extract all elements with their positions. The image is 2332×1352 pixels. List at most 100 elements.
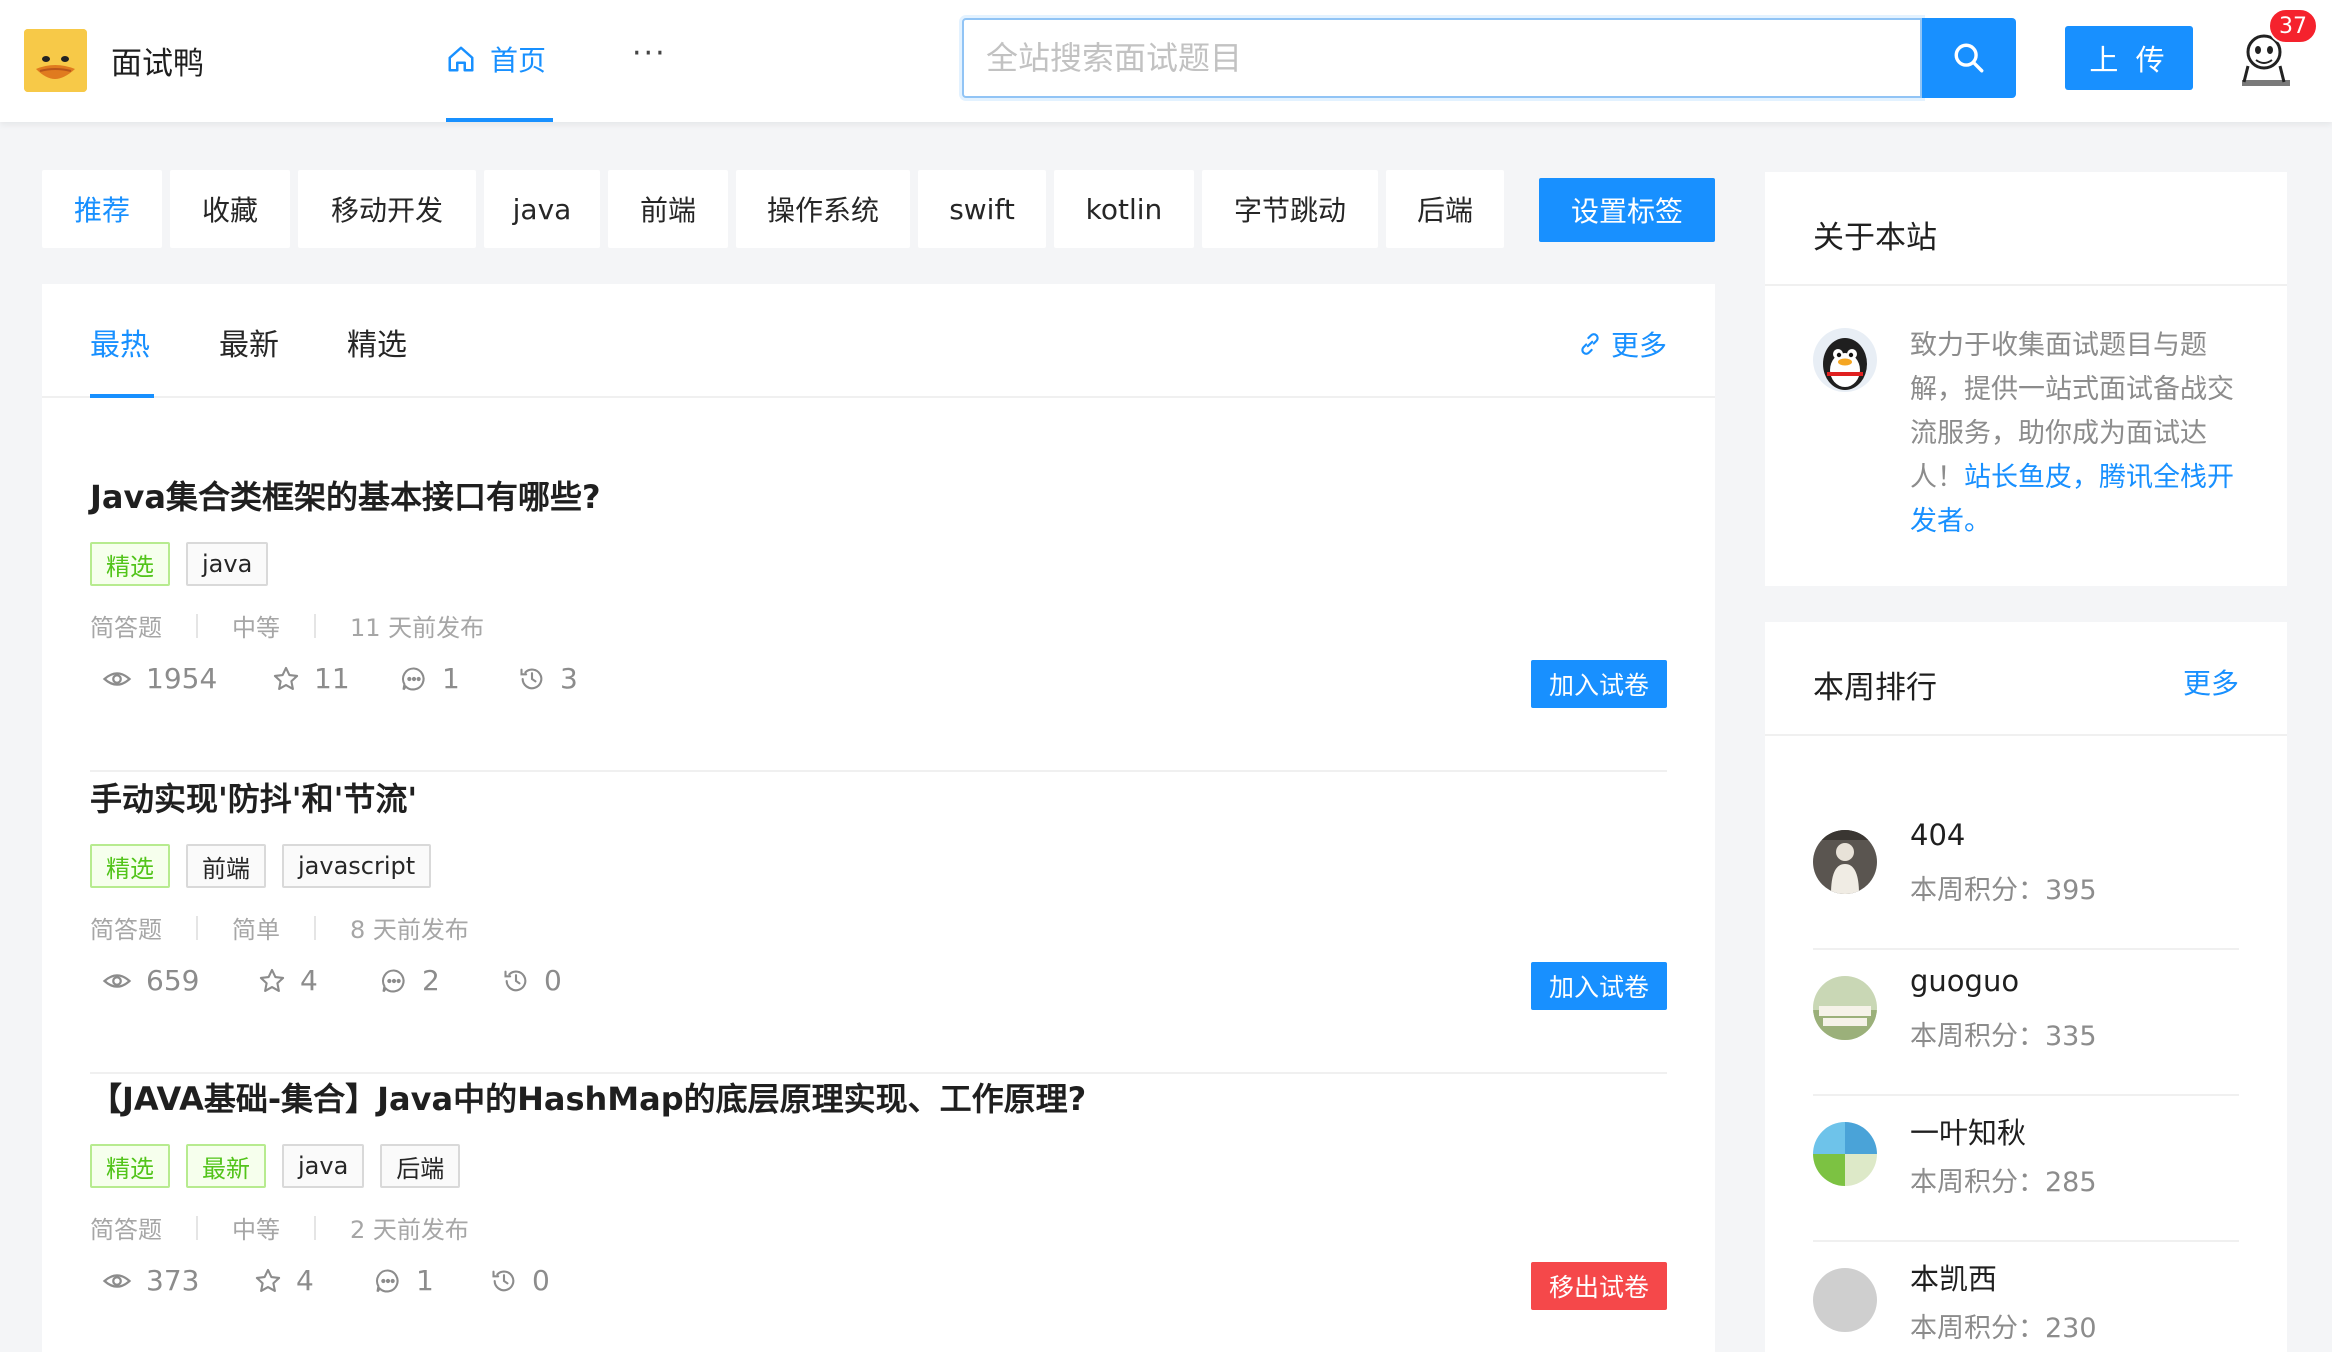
avatar[interactable] [1813, 1268, 1877, 1332]
star-icon [255, 1268, 281, 1292]
comments-stat[interactable]: 1 [400, 662, 518, 695]
sort-tab-latest[interactable]: 最新 [219, 320, 279, 398]
tag-tab-os[interactable]: 操作系统 [736, 170, 910, 248]
more-link-label: 更多 [1610, 329, 1667, 362]
question-title[interactable]: 【JAVA基础-集合】Java中的HashMap的底层原理实现、工作原理? [90, 1074, 1086, 1120]
ranking-more-link[interactable]: 更多 [2183, 662, 2239, 702]
tag-tab-backend[interactable]: 后端 [1386, 170, 1504, 248]
sort-tab-hot[interactable]: 最热 [90, 320, 154, 398]
question-tag[interactable]: javascript [282, 844, 432, 888]
sort-tabs: 最热 最新 精选 更多 [42, 284, 1715, 398]
meta-divider [196, 915, 198, 940]
views-stat: 1954 [102, 662, 272, 695]
tag-tab-frontend[interactable]: 前端 [608, 170, 728, 248]
question-item: Java集合类框架的基本接口有哪些? 精选 java 简答题 中等 11 天前发… [90, 472, 1667, 772]
nav-more-menu[interactable]: ··· [632, 36, 667, 71]
history-count: 3 [560, 662, 578, 695]
site-name[interactable]: 面试鸭 [111, 38, 204, 83]
question-item: 手动实现'防抖'和'节流' 精选 前端 javascript 简答题 简单 8 … [90, 774, 1667, 1074]
history-stat: 3 [518, 662, 578, 695]
ranking-user-score: 本周积分：230 [1910, 1313, 2097, 1344]
remove-from-paper-button[interactable]: 移出试卷 [1531, 1262, 1667, 1310]
search-button[interactable] [1922, 18, 2016, 98]
eye-icon [102, 973, 132, 988]
question-type: 简答题 [90, 916, 162, 944]
avatar[interactable] [1813, 1122, 1877, 1186]
meta-divider [314, 915, 316, 940]
ranking-user-name[interactable]: 404 [1910, 818, 1965, 852]
tag-tab-recommend[interactable]: 推荐 [42, 170, 162, 248]
ranking-card-header: 本周排行 更多 [1765, 622, 2287, 736]
question-list-card: 最热 最新 精选 更多 Java集合类框架的基本接口有哪些? 精选 java 简… [42, 284, 1715, 1352]
ranking-item[interactable]: 本凯西 本周积分：230 [1813, 1242, 2239, 1352]
nav-home-tab[interactable]: 首页 [446, 0, 553, 122]
question-tag[interactable]: java [186, 542, 269, 586]
question-tag[interactable]: 后端 [380, 1144, 461, 1188]
question-difficulty: 中等 [232, 614, 280, 642]
question-tag[interactable]: 最新 [186, 1144, 266, 1188]
weekly-ranking-card: 本周排行 更多 404 本周积分：395 guoguo 本周积分：335 一叶知… [1765, 622, 2287, 1352]
avatar[interactable] [1813, 976, 1877, 1040]
ranking-item[interactable]: guoguo 本周积分：335 [1813, 950, 2239, 1096]
ranking-user-name[interactable]: guoguo [1910, 964, 2019, 998]
views-count: 659 [146, 964, 200, 997]
duck-logo-icon[interactable] [24, 29, 87, 92]
ranking-user-name[interactable]: 本凯西 [1910, 1256, 1997, 1298]
stars-stat[interactable]: 11 [272, 662, 400, 695]
clock-icon [520, 668, 543, 689]
tag-tab-bytedance[interactable]: 字节跳动 [1202, 170, 1378, 248]
stars-stat[interactable]: 4 [258, 964, 380, 997]
question-tag[interactable]: 精选 [90, 1144, 170, 1188]
question-type: 简答题 [90, 614, 162, 642]
question-item: 【JAVA基础-集合】Java中的HashMap的底层原理实现、工作原理? 精选… [90, 1074, 1667, 1352]
link-icon [1581, 333, 1599, 355]
comment-icon [375, 1268, 399, 1292]
sort-tab-featured[interactable]: 精选 [347, 320, 407, 398]
ranking-user-score: 本周积分：395 [1910, 875, 2097, 906]
notification-badge[interactable]: 37 [2268, 8, 2318, 44]
question-meta: 简答题 简单 8 天前发布 [90, 910, 469, 945]
star-icon [259, 968, 285, 992]
question-difficulty: 简单 [232, 916, 280, 944]
question-tag[interactable]: java [282, 1144, 365, 1188]
meta-divider [314, 1215, 316, 1240]
meta-divider [314, 613, 316, 638]
search-input[interactable] [962, 18, 1922, 98]
comment-icon [401, 666, 425, 690]
comments-count: 2 [422, 964, 440, 997]
history-count: 0 [544, 964, 562, 997]
question-tags: 精选 前端 javascript [90, 844, 432, 888]
tag-tab-kotlin[interactable]: kotlin [1054, 170, 1194, 248]
star-icon [273, 666, 299, 690]
question-tag[interactable]: 前端 [186, 844, 266, 888]
ranking-item[interactable]: 一叶知秋 本周积分：285 [1813, 1096, 2239, 1242]
set-tags-button[interactable]: 设置标签 [1539, 178, 1715, 242]
more-link[interactable]: 更多 [1577, 324, 1667, 364]
question-title[interactable]: 手动实现'防抖'和'节流' [90, 774, 417, 820]
ranking-user-score: 本周积分：335 [1910, 1021, 2097, 1052]
tag-tab-swift[interactable]: swift [918, 170, 1046, 248]
ranking-user-name[interactable]: 一叶知秋 [1910, 1110, 2026, 1152]
add-to-paper-button[interactable]: 加入试卷 [1531, 962, 1667, 1010]
comments-stat[interactable]: 1 [374, 1264, 490, 1297]
about-card-header: 关于本站 [1765, 172, 2287, 286]
penguin-avatar[interactable] [1813, 328, 1877, 392]
tag-tab-mobile-dev[interactable]: 移动开发 [298, 170, 476, 248]
avatar[interactable] [1813, 830, 1877, 894]
question-tags: 精选 java [90, 542, 269, 586]
meta-divider [196, 1215, 198, 1240]
comments-stat[interactable]: 2 [380, 964, 502, 997]
ranking-title: 本周排行 [1813, 670, 1937, 706]
ranking-item[interactable]: 404 本周积分：395 [1813, 804, 2239, 950]
views-count: 373 [146, 1264, 200, 1297]
top-header: 面试鸭 首页 ··· 上 传 37 [0, 0, 2332, 122]
question-tag[interactable]: 精选 [90, 542, 170, 586]
question-title[interactable]: Java集合类框架的基本接口有哪些? [90, 472, 601, 518]
comment-icon [381, 968, 405, 992]
question-tag[interactable]: 精选 [90, 844, 170, 888]
upload-button[interactable]: 上 传 [2065, 26, 2193, 90]
tag-tab-favorites[interactable]: 收藏 [170, 170, 290, 248]
add-to-paper-button[interactable]: 加入试卷 [1531, 660, 1667, 708]
stars-stat[interactable]: 4 [254, 1264, 374, 1297]
tag-tab-java[interactable]: java [484, 170, 600, 248]
